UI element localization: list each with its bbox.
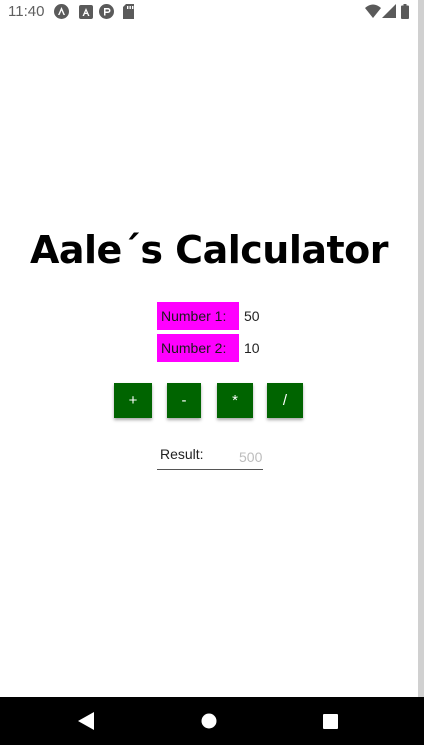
add-button[interactable]: +	[114, 383, 152, 418]
status-bar: 11:40	[0, 0, 418, 24]
number1-label: Number 1:	[157, 302, 239, 330]
back-icon[interactable]	[76, 711, 96, 731]
number2-label: Number 2:	[157, 334, 239, 362]
sd-card-icon	[121, 4, 136, 19]
a-square-icon	[78, 4, 93, 19]
result-underline	[157, 469, 263, 470]
navigation-bar	[0, 697, 424, 745]
subtract-button[interactable]: -	[167, 383, 201, 418]
result-label: Result:	[160, 446, 204, 462]
app-screen: 11:40 Aale´s Calculator Number 1: 50 Num…	[0, 0, 424, 745]
home-icon[interactable]	[199, 711, 219, 731]
divide-button[interactable]: /	[267, 383, 303, 418]
page-title: Aale´s Calculator	[29, 228, 389, 272]
number1-input[interactable]: 50	[244, 302, 260, 330]
number2-input[interactable]: 10	[244, 334, 260, 362]
result-value: 500	[239, 449, 263, 465]
android-studio-icon	[54, 4, 69, 19]
wifi-icon	[365, 4, 381, 23]
scroll-edge	[418, 0, 424, 697]
recents-icon[interactable]	[320, 711, 340, 731]
pocket-icon	[99, 4, 114, 19]
multiply-button[interactable]: *	[217, 383, 253, 418]
cellular-signal-icon	[382, 4, 396, 23]
status-time: 11:40	[8, 3, 45, 20]
battery-icon	[401, 4, 409, 24]
